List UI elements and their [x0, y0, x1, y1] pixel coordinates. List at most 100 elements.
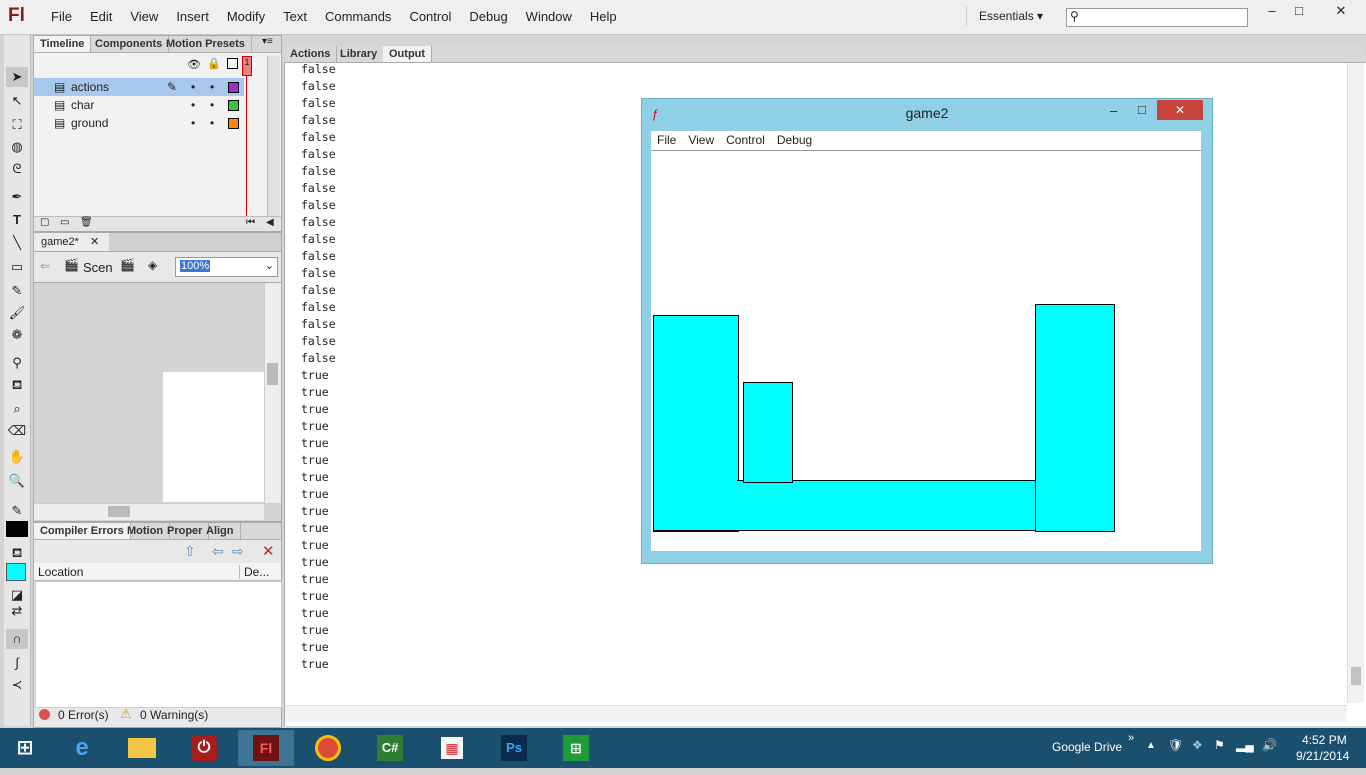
maximize-button[interactable]: □: [1286, 2, 1312, 20]
selection-tool-icon[interactable]: ➤: [6, 67, 28, 87]
new-folder-icon[interactable]: ▭: [60, 217, 69, 228]
minimize-button[interactable]: –: [1110, 103, 1117, 118]
tab-compiler-errors[interactable]: Compiler Errors: [34, 523, 131, 539]
scene-label[interactable]: Scen: [83, 260, 113, 275]
show-hidden-icons[interactable]: ▲: [1146, 740, 1156, 751]
text-tool-icon[interactable]: T: [6, 210, 28, 230]
layer-row-actions[interactable]: ▤ actions ✎ • •: [34, 78, 244, 96]
output-vertical-scrollbar[interactable]: [1347, 63, 1364, 703]
close-button[interactable]: ✕: [1323, 2, 1359, 20]
column-location[interactable]: Location: [38, 565, 83, 579]
first-frame-icon[interactable]: ⏮: [246, 217, 255, 228]
layer-row-char[interactable]: ▤ char • •: [34, 96, 244, 114]
brush-tool-icon[interactable]: 🖌: [6, 303, 28, 323]
straighten-icon[interactable]: ≺: [6, 675, 28, 695]
hand-tool-icon[interactable]: ✋: [6, 447, 28, 467]
line-tool-icon[interactable]: ╲: [6, 233, 28, 253]
game-canvas[interactable]: [651, 151, 1201, 551]
zoom-select[interactable]: 100% ⌄: [175, 257, 278, 277]
go-to-source-icon[interactable]: ⇧: [184, 543, 196, 560]
paint-bucket-tool-icon[interactable]: ⛾: [6, 375, 28, 395]
windows-start-icon[interactable]: ⊞: [0, 730, 50, 766]
game-menu-view[interactable]: View: [682, 131, 720, 150]
fill-bucket-icon[interactable]: ⛾: [6, 543, 28, 563]
stroke-color-swatch[interactable]: [6, 521, 28, 537]
delete-layer-icon[interactable]: 🗑: [80, 217, 93, 228]
edit-scene-icon[interactable]: 🎬: [120, 258, 135, 272]
tab-motion-presets[interactable]: Motion Presets: [160, 36, 252, 52]
eraser-tool-icon[interactable]: ⌫: [6, 421, 28, 441]
next-error-icon[interactable]: ⇨: [232, 543, 244, 560]
bone-tool-icon[interactable]: ⚲: [6, 353, 28, 373]
swap-colors-icon[interactable]: ⇄: [6, 601, 28, 621]
dropbox-icon[interactable]: ❖: [1192, 738, 1203, 752]
game-menu-debug[interactable]: Debug: [771, 131, 818, 150]
back-arrow-icon[interactable]: ⇐: [40, 259, 50, 273]
eyedropper-tool-icon[interactable]: ⌕: [6, 399, 28, 419]
scroll-thumb[interactable]: [108, 506, 130, 517]
output-horizontal-scrollbar[interactable]: [285, 705, 1347, 722]
volume-icon[interactable]: 🔊: [1262, 738, 1277, 752]
menu-insert[interactable]: Insert: [167, 9, 218, 24]
scroll-thumb[interactable]: [267, 363, 278, 385]
panel-menu-icon[interactable]: ▾≡: [262, 36, 273, 47]
timeline-scrollbar[interactable]: [267, 56, 280, 216]
flash-taskbar-icon[interactable]: Fl: [238, 730, 294, 766]
pencil-tool-icon[interactable]: ✎: [6, 281, 28, 301]
stage-vertical-scrollbar[interactable]: [264, 283, 281, 503]
menu-commands[interactable]: Commands: [316, 9, 400, 24]
lasso-tool-icon[interactable]: ᘓ: [6, 159, 28, 179]
google-drive-label[interactable]: Google Drive: [1052, 740, 1122, 754]
power-app-icon[interactable]: ⏻: [176, 730, 232, 766]
workspace-switcher[interactable]: Essentials ▾: [966, 6, 1067, 26]
lock-icon[interactable]: 🔒: [207, 57, 221, 70]
game-menu-file[interactable]: File: [651, 131, 682, 150]
tab-align[interactable]: Align: [200, 523, 241, 539]
store-icon[interactable]: ⊞: [548, 730, 604, 766]
photoshop-icon[interactable]: Ps: [486, 730, 542, 766]
free-transform-tool-icon[interactable]: ⛶: [6, 115, 28, 135]
apps-grid-icon[interactable]: ▦: [424, 730, 480, 766]
3d-rotation-tool-icon[interactable]: ◍: [6, 137, 28, 157]
menu-file[interactable]: File: [42, 9, 81, 24]
zoom-tool-icon[interactable]: 🔍: [6, 471, 28, 491]
tab-timeline[interactable]: Timeline: [34, 36, 92, 52]
network-icon[interactable]: ▂▄: [1236, 738, 1254, 752]
help-search-input[interactable]: ⚲: [1066, 8, 1248, 27]
deco-tool-icon[interactable]: ❁: [6, 325, 28, 345]
layer-row-ground[interactable]: ▤ ground • •: [34, 114, 244, 132]
playhead[interactable]: 1: [242, 56, 252, 76]
rectangle-tool-icon[interactable]: ▭: [6, 257, 28, 277]
chevron-right-icon[interactable]: »: [1128, 732, 1134, 744]
game-menu-control[interactable]: Control: [720, 131, 771, 150]
edit-symbols-icon[interactable]: ◈: [148, 258, 157, 272]
tab-actions[interactable]: Actions: [284, 46, 338, 62]
menu-modify[interactable]: Modify: [218, 9, 274, 24]
csharp-editor-icon[interactable]: C#: [362, 730, 418, 766]
tab-library[interactable]: Library: [334, 46, 385, 62]
snap-magnet-icon[interactable]: ∩: [6, 629, 28, 649]
menu-text[interactable]: Text: [274, 9, 316, 24]
prev-frame-icon[interactable]: ◀: [266, 217, 274, 228]
clock-time[interactable]: 4:52 PM: [1302, 733, 1347, 747]
maximize-button[interactable]: □: [1138, 102, 1146, 117]
subselection-tool-icon[interactable]: ↖: [6, 91, 28, 111]
tab-game2[interactable]: game2* ✕: [34, 233, 109, 251]
close-button[interactable]: ✕: [1157, 100, 1203, 120]
stage-canvas[interactable]: [163, 372, 264, 502]
clock-date[interactable]: 9/21/2014: [1296, 749, 1349, 763]
mcafee-icon[interactable]: 🛡: [1168, 738, 1183, 752]
fill-color-swatch[interactable]: [6, 563, 26, 581]
menu-view[interactable]: View: [121, 9, 167, 24]
file-explorer-icon[interactable]: [114, 730, 170, 766]
chrome-icon[interactable]: [300, 730, 356, 766]
tab-components[interactable]: Components: [89, 36, 170, 52]
new-layer-icon[interactable]: ▢: [40, 217, 49, 228]
column-description[interactable]: De...: [239, 565, 269, 579]
scroll-thumb[interactable]: [1351, 667, 1361, 685]
eye-icon[interactable]: 👁: [187, 58, 201, 71]
outline-icon[interactable]: [227, 58, 238, 69]
previous-error-icon[interactable]: ⇦: [212, 543, 224, 560]
pen-tool-icon[interactable]: ✒: [6, 187, 28, 207]
minimize-button[interactable]: –: [1259, 2, 1285, 20]
